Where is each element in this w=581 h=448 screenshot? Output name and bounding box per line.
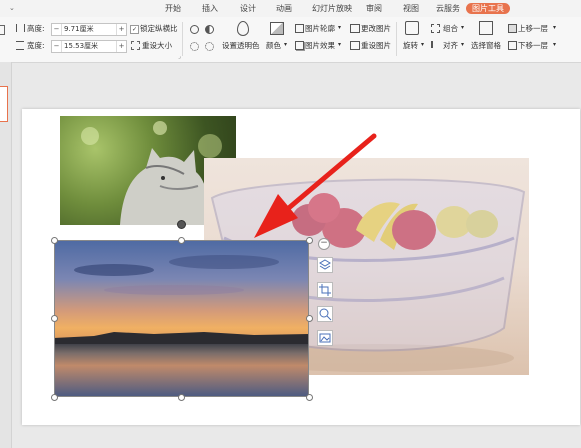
chevron-down-icon[interactable]: ▾ [284,41,287,48]
selection-pane-icon[interactable] [479,21,493,35]
align-icon[interactable] [431,41,440,48]
contrast-up-icon[interactable] [205,25,214,34]
tab-insert[interactable]: 插入 [200,3,220,14]
divider [396,22,397,56]
send-backward-icon[interactable] [508,41,517,50]
resize-handle-top-center[interactable] [178,237,185,244]
resize-handle-middle-right[interactable] [306,315,313,322]
width-label: 宽度: [27,41,45,50]
rotate-icon[interactable] [405,21,419,35]
chevron-down-icon[interactable]: ▾ [553,24,556,31]
zoom-icon[interactable] [317,306,333,322]
plus-icon[interactable]: + [116,41,126,52]
contrast-down-icon[interactable] [205,42,214,51]
quick-access-dropdown-icon[interactable]: ⌄ [9,4,15,12]
selection-box [54,240,309,397]
resize-handle-bottom-right[interactable] [306,394,313,401]
layers-icon[interactable] [317,257,333,273]
rotate-handle-icon[interactable] [177,220,186,229]
ribbon-toolbar: 高度: − 9.71厘米 + ✓ 锁定纵横比 宽度: − 15.53厘米 + 重… [0,17,581,63]
width-value: 15.53厘米 [64,42,99,50]
chevron-down-icon[interactable]: ▾ [338,41,341,48]
group-button[interactable]: 组合 [443,24,458,34]
reset-picture-button[interactable]: 重设图片 [361,41,391,51]
effect-icon[interactable] [295,41,304,50]
color-icon[interactable] [270,22,284,35]
width-icon [16,41,24,50]
rotate-button[interactable]: 旋转 [403,41,418,51]
send-backward-button[interactable]: 下移一层 [518,41,548,51]
lock-ratio-checkbox[interactable]: ✓ [130,25,139,34]
minus-icon[interactable]: − [52,24,62,35]
tab-home[interactable]: 开始 [163,3,183,14]
tab-view[interactable]: 视图 [401,3,421,14]
tab-slideshow[interactable]: 幻灯片放映 [310,3,354,14]
selection-pane-button[interactable]: 选择窗格 [471,41,501,51]
reset-picture-icon[interactable] [350,41,360,50]
bring-forward-button[interactable]: 上移一层 [518,24,548,34]
lock-ratio-label: 锁定纵横比 [140,24,178,33]
reset-size-button[interactable]: 重设大小 [142,41,172,51]
chevron-down-icon[interactable]: ▾ [461,41,464,48]
group-icon[interactable] [431,24,440,33]
brightness-down-icon[interactable] [190,42,199,51]
picture-outline-button[interactable]: 图片轮廓 [305,24,335,34]
plus-icon[interactable]: + [116,24,126,35]
height-input[interactable]: − 9.71厘米 + [51,23,127,36]
annotation-arrow [254,133,377,238]
ribbon-tab-bar: ⌄ 开始 插入 设计 动画 幻灯片放映 审阅 视图 云服务 图片工具 [0,0,581,17]
resize-handle-bottom-center[interactable] [178,394,185,401]
transparent-color-icon[interactable] [237,21,249,36]
chevron-down-icon[interactable]: ▾ [338,24,341,31]
image-fill-icon[interactable] [317,330,333,346]
change-picture-icon[interactable] [350,24,360,33]
tab-picture-tools[interactable]: 图片工具 [466,3,510,14]
width-input[interactable]: − 15.53厘米 + [51,40,127,53]
outline-icon[interactable] [295,24,304,33]
brightness-up-icon[interactable] [190,25,199,34]
color-button[interactable]: 颜色 [266,41,281,51]
chevron-down-icon[interactable]: ▾ [421,41,424,48]
slide-thumbnail[interactable] [0,86,8,122]
minus-icon[interactable]: − [52,41,62,52]
size-dialog-launcher-icon[interactable]: ⌟ [178,53,181,60]
crop-icon[interactable] [317,282,333,298]
tab-review[interactable]: 审阅 [364,3,384,14]
align-button[interactable]: 对齐 [443,41,458,51]
change-picture-button[interactable]: 更改图片 [361,24,391,34]
height-value: 9.71厘米 [64,25,94,33]
resize-handle-bottom-left[interactable] [51,394,58,401]
height-icon [16,24,25,32]
chevron-down-icon[interactable]: ▾ [553,41,556,48]
tab-animation[interactable]: 动画 [274,3,294,14]
bring-forward-icon[interactable] [508,24,517,33]
height-label: 高度: [27,24,45,33]
picture-effect-button[interactable]: 图片效果 [305,41,335,51]
chevron-down-icon[interactable]: ▾ [461,24,464,31]
tab-design[interactable]: 设计 [238,3,258,14]
crop-partial-icon[interactable] [0,25,5,35]
resize-handle-middle-left[interactable] [51,315,58,322]
reset-size-icon[interactable] [131,41,140,50]
divider [182,22,183,56]
tab-cloud-service[interactable]: 云服务 [434,3,462,14]
transparent-color-button[interactable]: 设置透明色 [222,41,260,51]
resize-handle-top-left[interactable] [51,237,58,244]
